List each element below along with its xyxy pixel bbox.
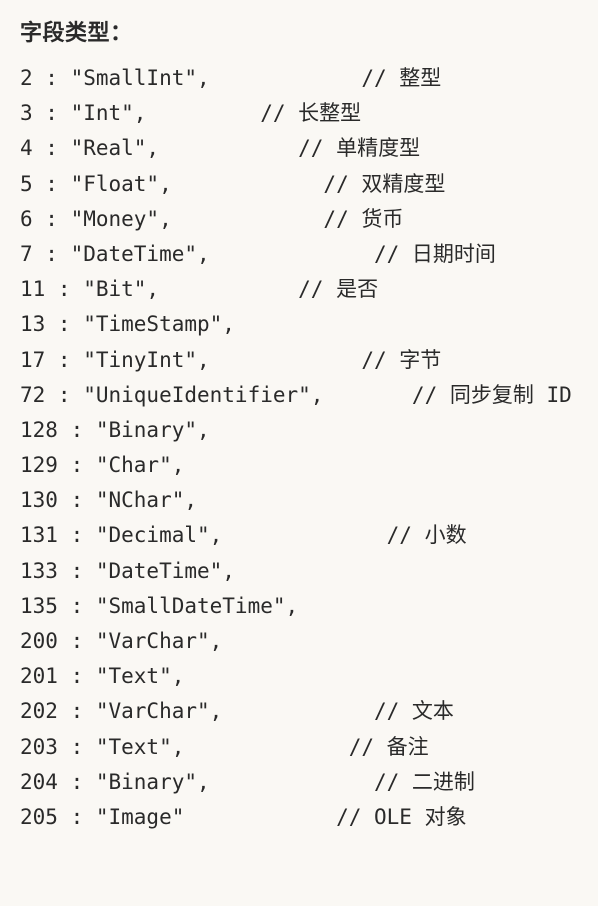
field-type-row: 201 : "Text", <box>20 666 578 687</box>
field-type-row: 130 : "NChar", <box>20 490 578 511</box>
field-type-row: 131 : "Decimal", // 小数 <box>20 525 578 546</box>
field-type-row: 7 : "DateTime", // 日期时间 <box>20 244 578 265</box>
field-type-row: 135 : "SmallDateTime", <box>20 596 578 617</box>
field-type-row: 205 : "Image" // OLE 对象 <box>20 807 578 828</box>
field-type-row: 11 : "Bit", // 是否 <box>20 279 578 300</box>
field-type-row: 200 : "VarChar", <box>20 631 578 652</box>
field-type-row: 17 : "TinyInt", // 字节 <box>20 350 578 371</box>
field-type-row: 129 : "Char", <box>20 455 578 476</box>
field-type-row: 5 : "Float", // 双精度型 <box>20 174 578 195</box>
field-type-row: 202 : "VarChar", // 文本 <box>20 701 578 722</box>
field-type-row: 13 : "TimeStamp", <box>20 314 578 335</box>
field-type-row: 6 : "Money", // 货币 <box>20 209 578 230</box>
field-type-row: 3 : "Int", // 长整型 <box>20 103 578 124</box>
section-title: 字段类型： <box>20 22 578 44</box>
field-type-row: 204 : "Binary", // 二进制 <box>20 772 578 793</box>
field-type-row: 203 : "Text", // 备注 <box>20 737 578 758</box>
field-type-list: 2 : "SmallInt", // 整型 3 : "Int", // 长整型 4 … <box>20 68 578 828</box>
field-type-row: 72 : "UniqueIdentifier", // 同步复制 ID <box>20 385 578 406</box>
field-type-row: 4 : "Real", // 单精度型 <box>20 138 578 159</box>
field-type-row: 128 : "Binary", <box>20 420 578 441</box>
field-type-row: 2 : "SmallInt", // 整型 <box>20 68 578 89</box>
field-type-row: 133 : "DateTime", <box>20 561 578 582</box>
